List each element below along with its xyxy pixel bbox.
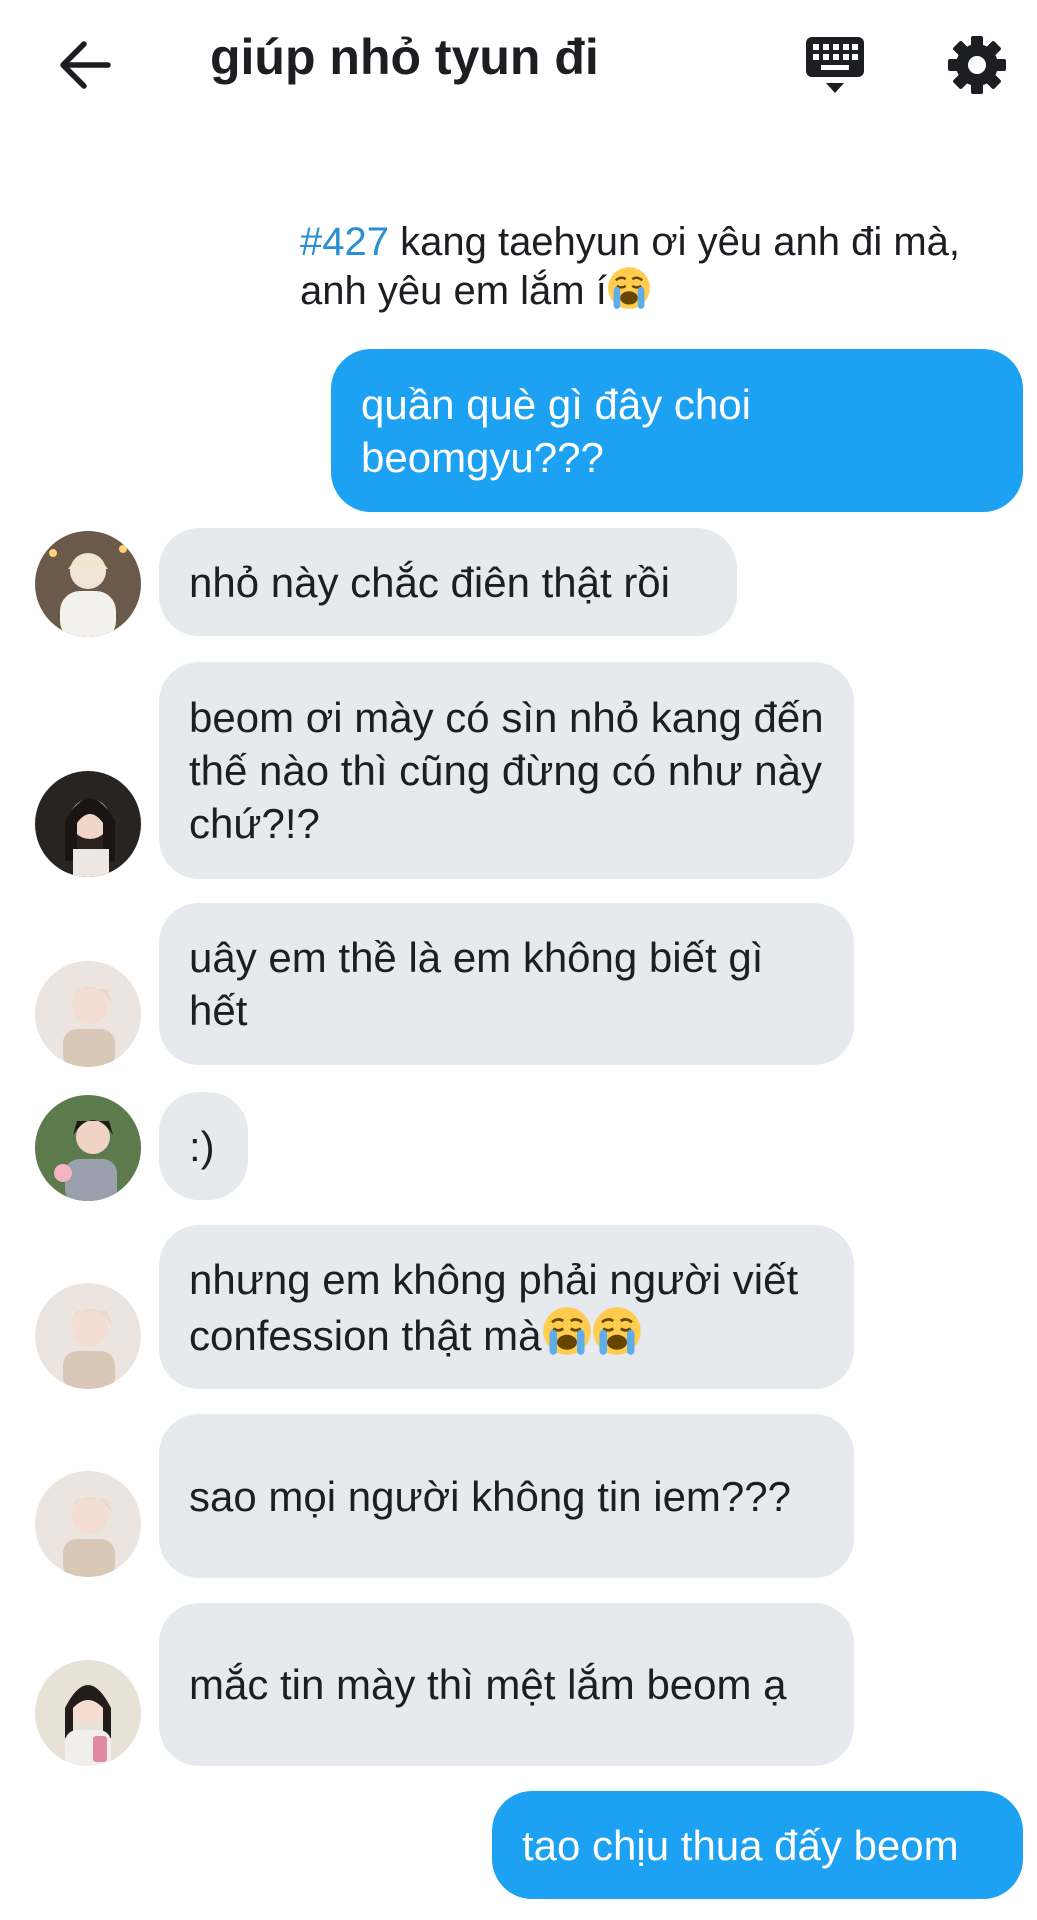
avatar[interactable] (35, 1471, 141, 1577)
avatar[interactable] (35, 1283, 141, 1389)
incoming-message[interactable]: nhỏ này chắc điên thật rồi (159, 528, 737, 636)
message-text: tao chịu thua đấy beom (522, 1821, 959, 1869)
top-bar: giúp nhỏ tyun đi (0, 0, 1037, 130)
incoming-message[interactable]: :) (159, 1092, 248, 1200)
message-text: nhưng em không phải người viết confessio… (189, 1255, 799, 1359)
avatar[interactable] (35, 531, 141, 637)
avatar[interactable] (35, 771, 141, 877)
message-text: nhỏ này chắc điên thật rồi (189, 558, 670, 606)
outgoing-message[interactable]: quần què gì đây choi beomgyu??? (331, 349, 1023, 512)
incoming-message[interactable]: nhưng em không phải người viết confessio… (159, 1225, 854, 1389)
message-text: sao mọi người không tin iem??? (189, 1472, 791, 1520)
avatar[interactable] (35, 1660, 141, 1766)
crying-emoji-icon (541, 1305, 592, 1356)
incoming-message[interactable]: beom ơi mày có sìn nhỏ kang đến thế nào … (159, 662, 854, 879)
crying-emoji-icon (591, 1305, 642, 1356)
settings-button[interactable] (942, 30, 1012, 100)
gear-icon (948, 36, 1006, 94)
message-text: beom ơi mày có sìn nhỏ kang đến thế nào … (189, 694, 824, 847)
message-text: uây em thề là em không biết gì hết (189, 934, 764, 1034)
keyboard-button[interactable] (800, 32, 870, 100)
message-text: mắc tin mày thì mệt lắm beom ạ (189, 1661, 787, 1708)
incoming-message[interactable]: mắc tin mày thì mệt lắm beom ạ (159, 1603, 854, 1766)
incoming-message[interactable]: sao mọi người không tin iem??? (159, 1414, 854, 1578)
crying-emoji-icon (606, 266, 651, 310)
avatar[interactable] (35, 961, 141, 1067)
keyboard-icon (806, 37, 864, 93)
incoming-message[interactable]: uây em thề là em không biết gì hết (159, 903, 854, 1065)
arrow-left-icon (60, 41, 111, 89)
confession-tag[interactable]: #427 (300, 220, 389, 264)
message-text: :) (189, 1122, 215, 1170)
page-title: giúp nhỏ tyun đi (210, 29, 599, 85)
outgoing-message[interactable]: tao chịu thua đấy beom (492, 1791, 1023, 1899)
message-text: quần què gì đây choi beomgyu??? (361, 380, 751, 481)
confession-message: #427 kang taehyun ơi yêu anh đi mà, anh … (300, 218, 1000, 315)
avatar[interactable] (35, 1095, 141, 1201)
back-button[interactable] (50, 30, 120, 100)
